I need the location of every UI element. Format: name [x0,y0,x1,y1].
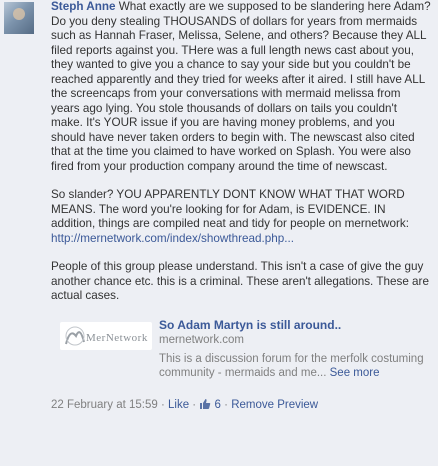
preview-text: So Adam Martyn is still around.. mernetw… [159,318,431,380]
preview-description: This is a discussion forum for the merfo… [159,352,431,380]
comment-paragraph-3: People of this group please understand. … [51,260,431,304]
preview-description-text: This is a discussion forum for the merfo… [159,352,424,379]
comment-text-1: What exactly are we supposed to be sland… [51,0,431,173]
logo-text: MerNetwork [86,332,148,344]
separator: · [157,398,168,411]
remove-preview-link[interactable]: Remove Preview [231,399,318,411]
comment-footer: 22 February at 15:59 · Like · 6 · Remove… [51,398,431,414]
comment-paragraph-1: Steph Anne What exactly are we supposed … [51,0,431,174]
mernetwork-link[interactable]: http://mernetwork.com/index/showthread.p… [51,232,294,245]
author-name[interactable]: Steph Anne [51,0,116,13]
preview-title[interactable]: So Adam Martyn is still around.. [159,318,431,333]
comment-text-3: People of this group please understand. … [51,260,429,302]
thumbs-up-icon[interactable] [199,398,211,414]
preview-domain: mernetwork.com [159,333,244,346]
separator: · [189,398,200,411]
mernetwork-logo[interactable]: MerNetwork [60,321,152,350]
comment-text-2: So slander? YOU APPARENTLY DONT KNOW WHA… [51,188,409,230]
see-more-link[interactable]: See more [330,367,380,379]
avatar[interactable] [4,2,34,34]
timestamp[interactable]: 22 February at 15:59 [51,399,158,411]
link-preview: MerNetwork So Adam Martyn is still aroun… [51,318,431,386]
comment-body: Steph Anne What exactly are we supposed … [51,0,431,414]
comment-paragraph-2: So slander? YOU APPARENTLY DONT KNOW WHA… [51,188,431,246]
like-link[interactable]: Like [168,399,189,411]
comment: Steph Anne What exactly are we supposed … [0,0,438,466]
separator: · [220,398,232,411]
